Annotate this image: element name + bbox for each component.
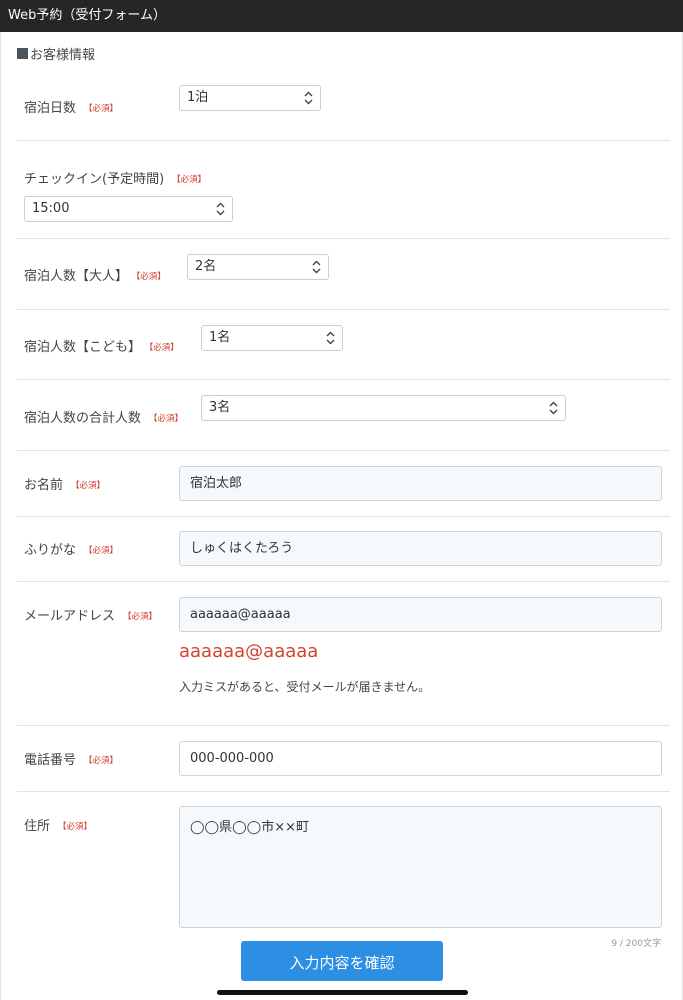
required-badge: 【必須】 (58, 822, 93, 832)
section-title: お客様情報 (17, 44, 95, 63)
adults-label: 宿泊人数【大人】 【必須】 (24, 265, 166, 284)
nights-label: 宿泊日数 【必須】 (24, 97, 118, 116)
checkin-label-text: チェックイン(予定時間) (24, 172, 165, 187)
divider (17, 450, 670, 451)
confirm-button[interactable]: 入力内容を確認 (241, 941, 443, 981)
address-label-text: 住所 (24, 819, 51, 834)
window-title: Web予約（受付フォーム） (0, 0, 683, 32)
divider (17, 516, 670, 517)
children-select-value: 1名 (209, 330, 231, 345)
divider (17, 309, 670, 310)
nights-select[interactable]: 1泊 (179, 85, 321, 111)
chevron-updown-icon (549, 401, 558, 415)
address-label: 住所 【必須】 (24, 815, 92, 834)
checkin-label: チェックイン(予定時間) 【必須】 (24, 168, 206, 187)
phone-label-text: 電話番号 (24, 753, 77, 768)
required-badge: 【必須】 (71, 481, 106, 491)
divider (17, 725, 670, 726)
adults-select[interactable]: 2名 (187, 254, 329, 280)
total-label-text: 宿泊人数の合計人数 (24, 411, 142, 426)
nights-select-value: 1泊 (187, 90, 209, 105)
chevron-updown-icon (312, 260, 321, 274)
total-label: 宿泊人数の合計人数 【必須】 (24, 407, 183, 426)
divider (17, 140, 670, 141)
adults-label-text: 宿泊人数【大人】 (24, 269, 129, 284)
email-note: 入力ミスがあると、受付メールが届きません。 (179, 680, 431, 694)
email-label-text: メールアドレス (24, 609, 116, 624)
total-select[interactable]: 3名 (201, 395, 566, 421)
chevron-updown-icon (326, 331, 335, 345)
furigana-input[interactable]: しゅくはくたろう (179, 531, 662, 566)
required-badge: 【必須】 (172, 175, 207, 185)
required-badge: 【必須】 (84, 104, 119, 114)
required-badge: 【必須】 (149, 343, 179, 353)
chevron-updown-icon (304, 91, 313, 105)
phone-label: 電話番号 【必須】 (24, 749, 118, 768)
total-select-value: 3名 (209, 400, 231, 415)
phone-input[interactable]: 000-000-000 (179, 741, 662, 776)
checkin-select[interactable]: 15:00 (24, 196, 233, 222)
children-label: 宿泊人数【こども】 【必須】 (24, 336, 179, 355)
reservation-form: お客様情報 宿泊日数 【必須】 1泊 チェックイン(予定時間) 【必須】 15:00… (0, 32, 683, 1000)
divider (17, 238, 670, 239)
adults-select-value: 2名 (195, 259, 217, 274)
square-bullet-icon (17, 48, 28, 59)
furigana-label-text: ふりがな (24, 543, 77, 558)
children-label-text: 宿泊人数【こども】 (24, 340, 142, 355)
children-select[interactable]: 1名 (201, 325, 343, 351)
email-input[interactable]: aaaaaa@aaaaa (179, 597, 662, 632)
chevron-updown-icon (216, 202, 225, 216)
required-badge: 【必須】 (84, 756, 119, 766)
divider (17, 581, 670, 582)
checkin-select-value: 15:00 (32, 201, 70, 216)
home-indicator (217, 990, 468, 995)
required-badge: 【必須】 (123, 612, 158, 622)
name-label-text: お名前 (24, 478, 64, 493)
required-badge: 【必須】 (149, 414, 184, 424)
furigana-label: ふりがな 【必須】 (24, 539, 118, 558)
email-label: メールアドレス 【必須】 (24, 605, 157, 624)
address-textarea[interactable]: ◯◯県◯◯市××町 (179, 806, 662, 928)
required-badge: 【必須】 (84, 546, 119, 556)
divider (17, 379, 670, 380)
name-label: お名前 【必須】 (24, 474, 105, 493)
nights-label-text: 宿泊日数 (24, 101, 77, 116)
address-char-counter: 9 / 200文字 (611, 939, 661, 949)
name-input[interactable]: 宿泊太郎 (179, 466, 662, 501)
divider (17, 791, 670, 792)
section-title-text: お客様情報 (30, 48, 96, 63)
required-badge: 【必須】 (136, 272, 166, 282)
email-echo: aaaaaa@aaaaa (179, 641, 319, 662)
